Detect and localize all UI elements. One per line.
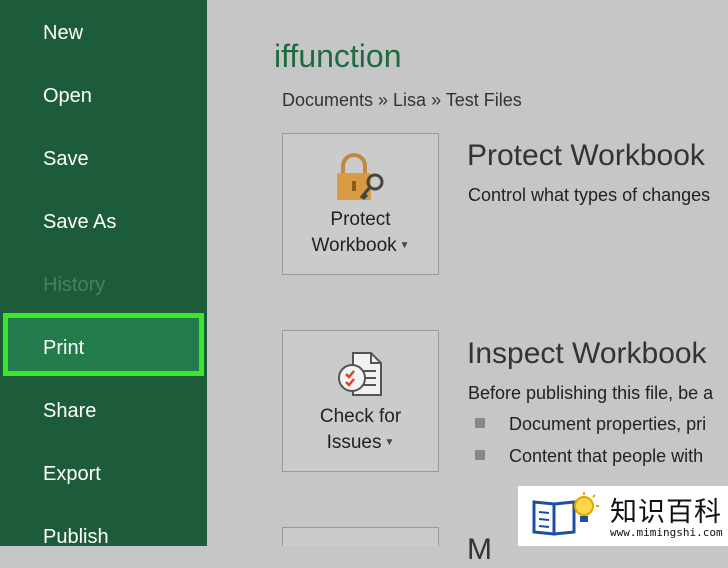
backstage-main: iffunction Documents » Lisa » Test Files…	[207, 0, 728, 566]
breadcrumb: Documents » Lisa » Test Files	[282, 90, 522, 110]
check-for-issues-button[interactable]: Check for Issues ▼	[282, 330, 439, 472]
inspect-document-icon	[338, 352, 382, 396]
backstage-sidebar: New Open Save Save As History Print Shar…	[0, 0, 207, 549]
check-for-issues-label-line1: Check for	[319, 406, 402, 427]
check-for-issues-label-line2: Issues ▼	[326, 432, 395, 454]
nav-item-save[interactable]: Save	[43, 147, 89, 171]
inspect-workbook-heading: Inspect Workbook	[467, 337, 707, 370]
watermark-text: 知识百科	[610, 497, 722, 528]
nav-item-share[interactable]: Share	[43, 399, 96, 423]
document-title: iffunction	[274, 38, 402, 74]
protect-workbook-description: Control what types of changes	[468, 185, 711, 205]
manage-workbook-button[interactable]	[282, 527, 439, 546]
dropdown-arrow-icon: ▼	[384, 437, 395, 448]
dropdown-arrow-icon: ▼	[399, 240, 410, 251]
inspect-bullet-content: Content that people with	[509, 446, 704, 466]
print-highlight-box	[3, 313, 204, 376]
protect-workbook-heading: Protect Workbook	[467, 139, 705, 172]
protect-workbook-button[interactable]: Protect Workbook ▼	[282, 133, 439, 275]
bullet-icon	[475, 450, 485, 460]
watermark: 知识百科 www.mimingshi.com	[518, 486, 728, 546]
inspect-workbook-description: Before publishing this file, be a	[468, 383, 714, 403]
bullet-icon	[475, 418, 485, 428]
inspect-bullet-properties: Document properties, pri	[509, 414, 707, 434]
nav-item-new[interactable]: New	[43, 21, 83, 45]
book-lightbulb-icon	[532, 492, 599, 536]
nav-item-save-as[interactable]: Save As	[43, 210, 116, 234]
protect-workbook-label-line2: Workbook ▼	[311, 235, 410, 257]
watermark-url: www.mimingshi.com	[610, 526, 723, 539]
nav-item-open[interactable]: Open	[43, 84, 92, 108]
nav-item-publish[interactable]: Publish	[43, 525, 109, 549]
manage-workbook-heading: M	[467, 533, 492, 566]
nav-item-export[interactable]: Export	[43, 462, 101, 486]
protect-workbook-label-line1: Protect	[330, 209, 391, 230]
lock-key-icon	[337, 153, 384, 201]
nav-item-print[interactable]: Print	[43, 336, 84, 360]
nav-item-history: History	[43, 274, 106, 296]
